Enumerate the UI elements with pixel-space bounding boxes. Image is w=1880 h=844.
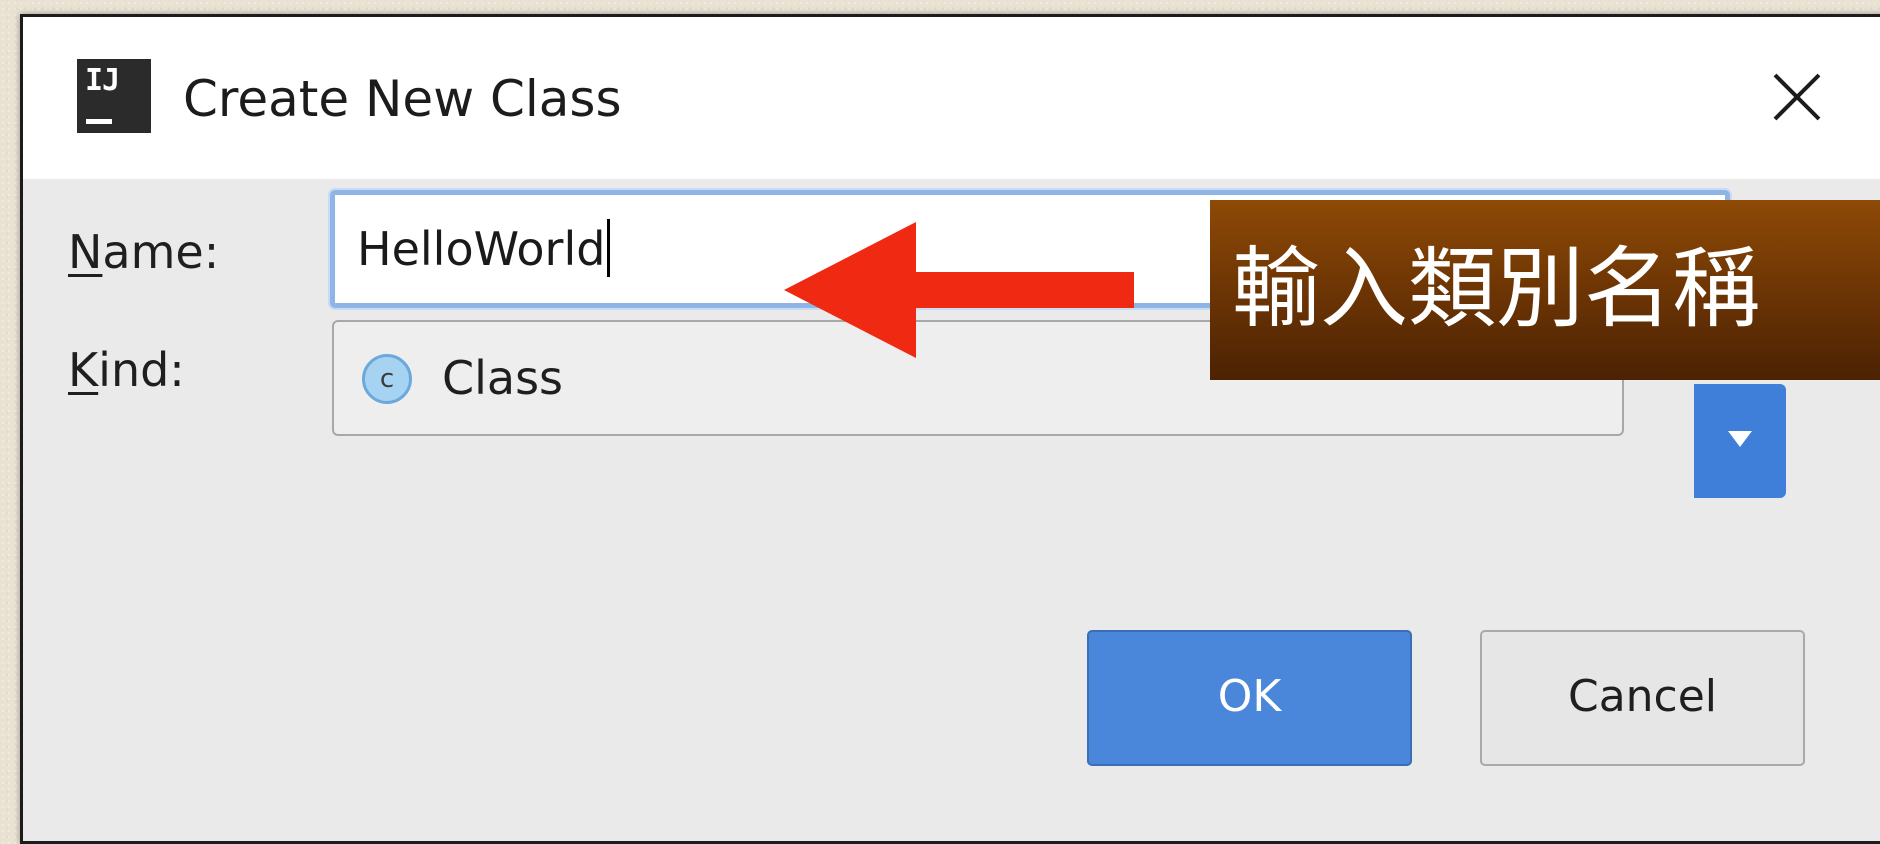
close-icon bbox=[1773, 73, 1821, 121]
intellij-icon: IJ bbox=[77, 59, 151, 133]
kind-label: Kind: bbox=[68, 342, 185, 398]
name-value-text: HelloWorld bbox=[357, 222, 606, 276]
ok-button[interactable]: OK bbox=[1087, 630, 1412, 766]
name-label: Name: bbox=[68, 224, 219, 280]
kind-label-text: ind: bbox=[98, 343, 185, 397]
text-caret bbox=[607, 219, 611, 277]
name-input-value: HelloWorld bbox=[357, 219, 611, 279]
title-bar: IJ Create New Class bbox=[23, 17, 1880, 179]
dialog-title: Create New Class bbox=[183, 70, 622, 128]
close-button[interactable] bbox=[1769, 69, 1825, 125]
app-icon-text: IJ bbox=[85, 63, 120, 98]
kind-select-value: Class bbox=[442, 351, 564, 405]
cancel-button[interactable]: Cancel bbox=[1480, 630, 1805, 766]
chevron-down-icon bbox=[1728, 431, 1752, 447]
name-label-text: ame: bbox=[102, 225, 220, 279]
kind-label-mnemonic: K bbox=[68, 343, 99, 397]
class-icon: c bbox=[362, 354, 412, 404]
annotation-text: 輸入類別名稱 bbox=[1232, 237, 1761, 340]
name-label-mnemonic: N bbox=[68, 225, 103, 279]
app-icon-bar bbox=[86, 119, 112, 124]
annotation-callout: 輸入類別名稱 bbox=[1210, 200, 1880, 380]
arrow-left-icon bbox=[784, 222, 1134, 358]
kind-dropdown-button[interactable] bbox=[1694, 384, 1786, 498]
